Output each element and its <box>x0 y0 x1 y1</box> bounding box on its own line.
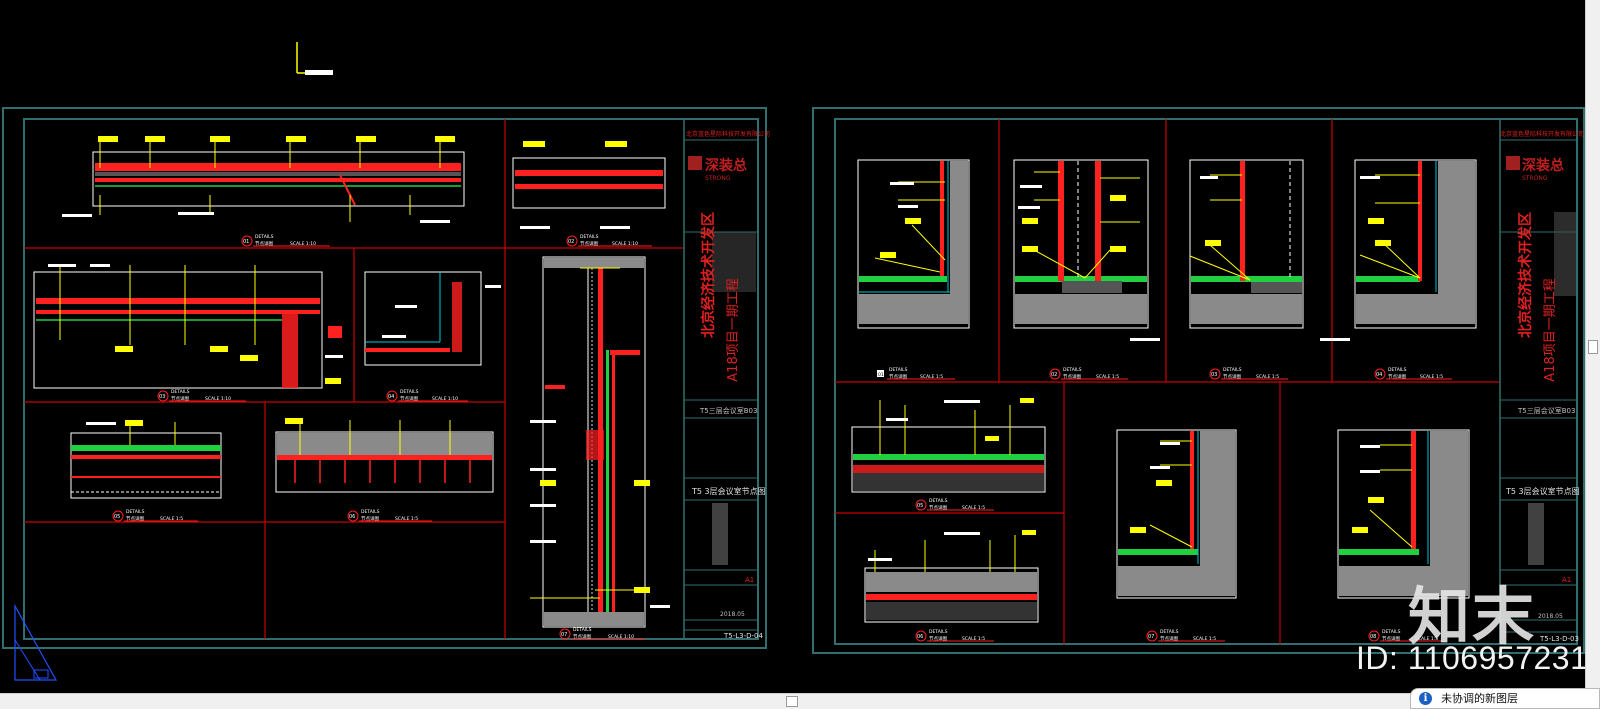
drawing-sheet-left[interactable]: 北京蓝色星际科技开发有限公司 深装总 STRONG 北京经济技术开发区 A18项… <box>2 107 770 681</box>
detail-label-01-left: 01 DETAILS 节点详图 SCALE 1:10 <box>241 234 330 247</box>
detail-label-02-left: 02 DETAILS 节点详图 SCALE 1:10 <box>566 234 652 247</box>
svg-text:DETAILS: DETAILS <box>929 498 948 504</box>
svg-text:DETAILS: DETAILS <box>1223 367 1242 373</box>
svg-text:DETAILS: DETAILS <box>1382 629 1401 635</box>
svg-text:06: 06 <box>349 514 355 520</box>
detail-label-06-left: 06 DETAILS 节点详图 SCALE 1:5 <box>347 509 432 522</box>
detail-label-03-left: 03 DETAILS 节点详图 SCALE 1:10 <box>157 389 246 402</box>
detail-label-03-right: 03 DETAILS 节点详图 SCALE 1:5 <box>1209 367 1288 380</box>
title-block-left <box>683 118 759 640</box>
logo-name-left: 深装总 <box>705 157 747 174</box>
ucs-icon <box>296 42 333 75</box>
svg-text:02: 02 <box>1051 372 1057 378</box>
sheet-number-left: T5-L3-D-04 <box>723 632 764 640</box>
layer-notification-text: 未协调的新图层 <box>1441 692 1518 705</box>
drawing-title-right: T5 3层会议室节点图 <box>1505 486 1580 496</box>
date-right: 2018.05 <box>1538 613 1563 620</box>
logo-en-left: STRONG <box>705 175 731 182</box>
annotations-left <box>59 140 640 599</box>
svg-text:DETAILS: DETAILS <box>361 509 380 515</box>
horizontal-scrollbar[interactable] <box>0 693 1585 709</box>
svg-text:05: 05 <box>114 514 120 520</box>
svg-text:DETAILS: DETAILS <box>1063 367 1082 373</box>
svg-text:05: 05 <box>917 503 923 509</box>
svg-text:03: 03 <box>1211 372 1217 378</box>
logo-name-right: 深装总 <box>1522 157 1564 174</box>
svg-text:06: 06 <box>917 634 923 640</box>
detail-label-06-right: 06 DETAILS 节点详图 SCALE 1:5 <box>915 629 994 642</box>
svg-text:DETAILS: DETAILS <box>126 509 145 515</box>
area-label-left: T5三层会议室B03 <box>699 406 757 415</box>
svg-text:01: 01 <box>878 372 884 378</box>
date-left: 2018.05 <box>720 611 745 618</box>
svg-text:04: 04 <box>1376 372 1382 378</box>
svg-text:07: 07 <box>1148 634 1154 640</box>
scale-box-left: A1 <box>745 576 754 584</box>
vertical-scrollbar[interactable] <box>1585 0 1600 693</box>
logo-en-right: STRONG <box>1522 175 1548 182</box>
north-arrow-icon <box>14 603 58 681</box>
company-name-right: 北京蓝色星际科技开发有限公司 <box>1500 130 1584 138</box>
horizontal-scroll-thumb[interactable] <box>786 696 798 707</box>
svg-text:02: 02 <box>568 239 574 245</box>
svg-text:01: 01 <box>243 239 249 245</box>
area-label-right: T5三层会议室B03 <box>1517 406 1575 415</box>
company-name-left: 北京蓝色星际科技开发有限公司 <box>686 130 770 138</box>
svg-text:03: 03 <box>159 394 165 400</box>
vertical-scroll-thumb[interactable] <box>1588 340 1598 354</box>
project-line1-left: 北京经济技术开发区 <box>700 212 717 338</box>
svg-text:DETAILS: DETAILS <box>1388 367 1407 373</box>
svg-text:04: 04 <box>388 394 394 400</box>
detail-label-07-right: 07 DETAILS 节点详图 SCALE 1:5 <box>1146 629 1225 642</box>
svg-text:DETAILS: DETAILS <box>929 629 948 635</box>
svg-text:DETAILS: DETAILS <box>1160 629 1179 635</box>
scale-box-right: A1 <box>1562 576 1571 584</box>
cad-drawing-viewport[interactable]: 北京蓝色星际科技开发有限公司 深装总 STRONG 北京经济技术开发区 A18项… <box>0 0 1585 693</box>
drawing-title-left: T5 3层会议室节点图 <box>691 486 766 496</box>
text-placeholders-left <box>48 212 670 608</box>
svg-text:DETAILS: DETAILS <box>580 234 599 240</box>
svg-text:DETAILS: DETAILS <box>889 367 908 373</box>
detail-label-05-left: 05 DETAILS 节点详图 SCALE 1:5 <box>112 509 198 522</box>
info-icon: i <box>1419 692 1432 705</box>
svg-text:DETAILS: DETAILS <box>400 389 419 395</box>
svg-text:DETAILS: DETAILS <box>171 389 190 395</box>
svg-text:DETAILS: DETAILS <box>573 627 592 633</box>
project-line2-left: A18项目一期工程 <box>726 278 741 381</box>
svg-text:DETAILS: DETAILS <box>255 234 274 240</box>
watermark-image-id: ID: 1106957231 <box>1356 640 1589 676</box>
project-line1-right: 北京经济技术开发区 <box>1517 212 1534 338</box>
project-line2-right: A18项目一期工程 <box>1543 278 1558 381</box>
detail-label-02-right: 02 DETAILS 节点详图 SCALE 1:5 <box>1049 367 1128 380</box>
detail-graphics-right <box>851 159 1477 623</box>
detail-graphics-left <box>33 151 666 628</box>
detail-label-01-right: 01 DETAILS 节点详图 SCALE 1:5 <box>877 367 955 380</box>
svg-text:07: 07 <box>561 632 567 638</box>
detail-label-04-left: 04 DETAILS 节点详图 SCALE 1:10 <box>386 389 468 402</box>
detail-label-05-right: 05 DETAILS 节点详图 SCALE 1:5 <box>915 498 994 511</box>
detail-label-04-right: 04 DETAILS 节点详图 SCALE 1:5 <box>1374 367 1452 380</box>
layer-notification[interactable]: i 未协调的新图层 <box>1410 688 1600 709</box>
